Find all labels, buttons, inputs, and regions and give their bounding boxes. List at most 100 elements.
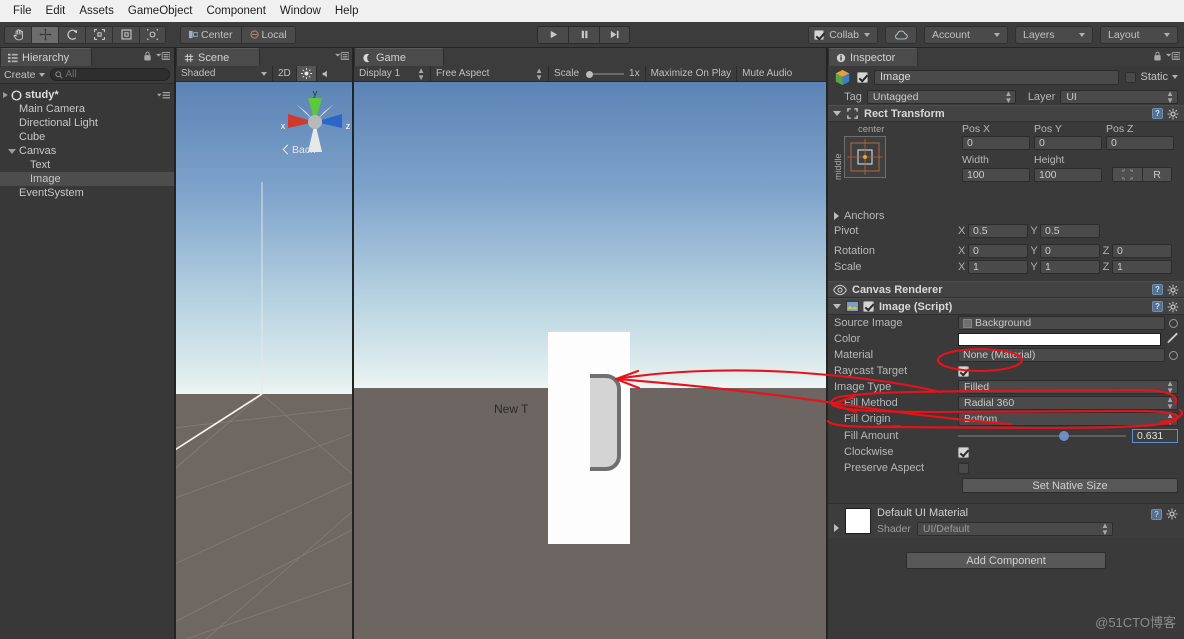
panel-menu-icon[interactable]	[156, 51, 170, 61]
tab-inspector[interactable]: Inspector	[828, 48, 918, 66]
scene-menu-icon[interactable]	[157, 91, 170, 100]
preserve-aspect-checkbox[interactable]	[958, 462, 969, 474]
menu-item-component[interactable]: Component	[199, 3, 272, 19]
cloud-button[interactable]	[885, 25, 917, 44]
create-button[interactable]: Create	[4, 69, 45, 81]
static-toggle[interactable]: Static	[1125, 71, 1178, 83]
add-component-button[interactable]: Add Component	[906, 552, 1106, 569]
scale-tool-button[interactable]	[85, 25, 112, 44]
pos-x-input[interactable]: 0	[962, 136, 1030, 150]
hierarchy-item-main-camera[interactable]: Main Camera	[0, 102, 174, 116]
hand-tool-button[interactable]	[4, 25, 31, 44]
fill-origin-dropdown[interactable]: Bottom ▲ ▼	[958, 412, 1178, 427]
lock-icon[interactable]	[1153, 51, 1162, 61]
menu-item-file[interactable]: File	[6, 3, 39, 19]
scale-z-input[interactable]: 1	[1112, 260, 1172, 274]
move-tool-button[interactable]	[31, 25, 58, 44]
chevron-right-icon[interactable]	[3, 92, 8, 98]
hierarchy-item-cube[interactable]: Cube	[0, 130, 174, 144]
step-button[interactable]	[599, 25, 630, 44]
scale-slider-knob[interactable]	[586, 70, 594, 78]
rotation-y-input[interactable]: 0	[1040, 244, 1100, 258]
tab-game[interactable]: Game	[354, 48, 444, 66]
scale-x-input[interactable]: 1	[968, 260, 1028, 274]
transform-tool-button[interactable]	[139, 25, 166, 44]
object-picker-icon[interactable]	[1169, 318, 1178, 328]
foldout-icon[interactable]	[834, 524, 839, 532]
help-icon[interactable]: ?	[1152, 301, 1163, 312]
account-button[interactable]: Account	[924, 25, 1008, 44]
game-aspect-dropdown[interactable]: Free Aspect ▲ ▼	[430, 66, 548, 81]
component-header-canvas-renderer[interactable]: Canvas Renderer ?	[828, 281, 1184, 298]
gear-icon[interactable]	[1166, 508, 1178, 520]
image-type-dropdown[interactable]: Filled ▲ ▼	[958, 380, 1178, 395]
help-icon[interactable]: ?	[1152, 284, 1163, 295]
scene-2d-toggle[interactable]: 2D	[272, 66, 296, 81]
rotation-z-input[interactable]: 0	[1112, 244, 1172, 258]
scene-view-direction-label[interactable]: Back	[292, 144, 315, 156]
set-native-size-button[interactable]: Set Native Size	[962, 478, 1178, 493]
scale-slider-track[interactable]	[584, 70, 625, 78]
help-icon[interactable]: ?	[1152, 108, 1163, 119]
tag-dropdown[interactable]: Untagged ▲ ▼	[866, 89, 1017, 104]
rect-tool-button[interactable]	[112, 25, 139, 44]
raycast-target-checkbox[interactable]	[958, 365, 969, 377]
fill-amount-slider[interactable]	[958, 430, 1126, 441]
eyedropper-icon[interactable]	[1166, 332, 1178, 347]
menu-item-gameobject[interactable]: GameObject	[121, 3, 200, 19]
raw-edit-mode-button[interactable]: R	[1142, 167, 1172, 182]
tab-scene[interactable]: Scene	[176, 48, 260, 66]
pivot-x-input[interactable]: 0.5	[968, 224, 1028, 238]
component-header-image-script[interactable]: Image (Script) ?	[828, 298, 1184, 315]
hierarchy-item-text[interactable]: Text	[0, 158, 174, 172]
chevron-down-icon[interactable]	[1172, 75, 1178, 79]
mute-audio-toggle[interactable]: Mute Audio	[736, 66, 797, 81]
material-header[interactable]: Default UI Material Shader UI/Default ▲ ▼…	[828, 504, 1184, 538]
foldout-icon[interactable]	[833, 304, 841, 309]
image-enabled-checkbox[interactable]	[863, 301, 874, 312]
scale-y-input[interactable]: 1	[1040, 260, 1100, 274]
layers-button[interactable]: Layers	[1015, 25, 1093, 44]
color-swatch-field[interactable]	[958, 332, 1161, 346]
fill-amount-input[interactable]: 0.631	[1132, 428, 1178, 443]
scene-lighting-toggle[interactable]	[295, 66, 316, 81]
pause-button[interactable]	[568, 25, 599, 44]
material-field[interactable]: None (Material)	[958, 348, 1165, 362]
chevron-down-icon[interactable]	[8, 148, 16, 154]
panel-menu-icon[interactable]	[335, 51, 349, 61]
menu-item-window[interactable]: Window	[273, 3, 328, 19]
shader-dropdown[interactable]: UI/Default ▲ ▼	[916, 521, 1113, 536]
play-button[interactable]	[537, 25, 568, 44]
pivot-y-input[interactable]: 0.5	[1040, 224, 1100, 238]
object-enabled-checkbox[interactable]	[857, 71, 868, 83]
game-display-dropdown[interactable]: Display 1 ▲ ▼	[354, 66, 430, 81]
hierarchy-item-directional-light[interactable]: Directional Light	[0, 116, 174, 130]
layout-button[interactable]: Layout	[1100, 25, 1178, 44]
object-picker-icon[interactable]	[1169, 350, 1178, 360]
scene-audio-toggle[interactable]	[315, 66, 335, 81]
lock-icon[interactable]	[143, 51, 152, 61]
fill-amount-slider-knob[interactable]	[1059, 430, 1069, 441]
game-scale-slider[interactable]: Scale 1x	[548, 66, 645, 81]
width-input[interactable]: 100	[962, 167, 1030, 182]
foldout-icon[interactable]	[833, 111, 841, 116]
anchor-preset-widget[interactable]	[844, 136, 886, 178]
hierarchy-search-input[interactable]: All	[49, 68, 170, 81]
gear-icon[interactable]	[1167, 301, 1179, 313]
object-name-input[interactable]: Image	[874, 69, 1120, 85]
collab-button[interactable]: Collab	[808, 25, 878, 44]
menu-item-edit[interactable]: Edit	[39, 3, 73, 19]
layer-dropdown[interactable]: UI ▲ ▼	[1060, 89, 1178, 104]
tab-hierarchy[interactable]: Hierarchy	[0, 48, 92, 66]
component-header-rect-transform[interactable]: Rect Transform ?	[828, 105, 1184, 122]
rotation-x-input[interactable]: 0	[968, 244, 1028, 258]
hierarchy-item-canvas[interactable]: Canvas	[0, 144, 174, 158]
panel-menu-icon[interactable]	[1166, 51, 1180, 61]
source-image-field[interactable]: Background	[958, 316, 1165, 330]
static-checkbox[interactable]	[1125, 71, 1137, 83]
rotate-tool-button[interactable]	[58, 25, 85, 44]
hierarchy-scene-root[interactable]: study*	[0, 88, 174, 102]
gear-icon[interactable]	[1167, 108, 1179, 120]
height-input[interactable]: 100	[1034, 167, 1102, 182]
clockwise-checkbox[interactable]	[958, 446, 969, 458]
